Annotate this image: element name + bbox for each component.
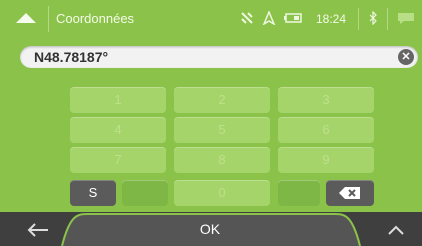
status-area: 18:24 (240, 8, 416, 30)
page-title: Coordonnées (56, 11, 135, 26)
coordinate-input[interactable]: N48.78187° ✕ (20, 46, 418, 68)
coordinate-value: N48.78187° (34, 49, 109, 65)
coordinate-input-row: N48.78187° ✕ (20, 46, 420, 68)
key-8[interactable]: 8 (174, 147, 270, 173)
key-blank-right (278, 180, 320, 206)
back-button[interactable] (26, 220, 50, 240)
key-2[interactable]: 2 (174, 87, 270, 113)
clock: 18:24 (315, 12, 346, 26)
key-s[interactable]: S (70, 180, 116, 206)
divider (358, 8, 359, 30)
key-0[interactable]: 0 (174, 180, 270, 206)
key-6[interactable]: 6 (278, 117, 374, 143)
bottom-bar: OK (0, 212, 422, 246)
message-icon[interactable] (396, 11, 416, 28)
chevron-up-icon (388, 225, 404, 235)
clear-icon[interactable]: ✕ (398, 49, 414, 65)
divider (48, 6, 49, 32)
caret-up-icon (16, 13, 36, 23)
backspace-icon (339, 187, 360, 199)
key-4[interactable]: 4 (70, 117, 166, 143)
key-1[interactable]: 1 (70, 87, 166, 113)
satellite-icon (240, 11, 254, 28)
arrow-left-icon (27, 223, 48, 237)
ok-button[interactable]: OK (60, 212, 360, 246)
bluetooth-icon (367, 10, 379, 28)
up-button[interactable] (384, 220, 408, 240)
battery-icon (283, 12, 304, 27)
key-blank-left (122, 180, 168, 206)
top-bar: Coordonnées 18:24 (0, 0, 422, 38)
key-5[interactable]: 5 (174, 117, 270, 143)
menu-button[interactable] (8, 4, 44, 32)
backspace-button[interactable] (326, 180, 374, 206)
key-9[interactable]: 9 (278, 147, 374, 173)
key-7[interactable]: 7 (70, 147, 166, 173)
gps-icon (262, 9, 276, 28)
divider (387, 8, 388, 30)
key-3[interactable]: 3 (278, 87, 374, 113)
